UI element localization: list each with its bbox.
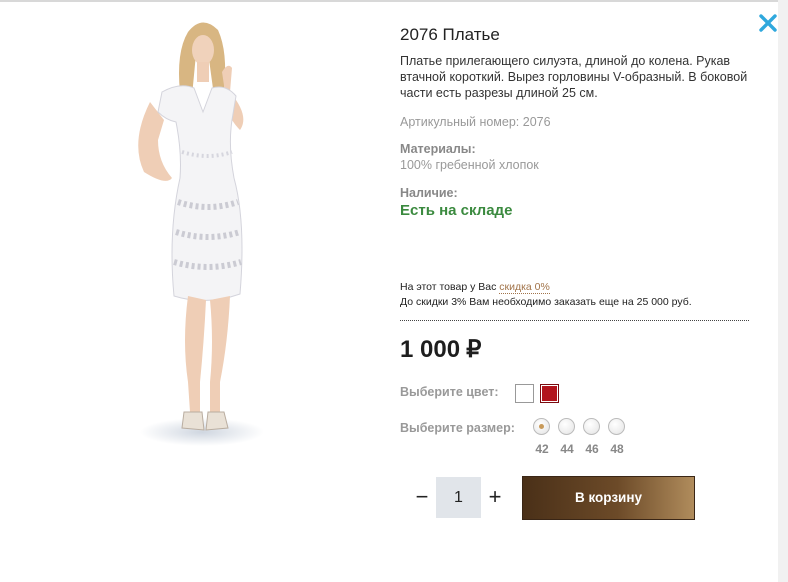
size-radio-42[interactable] (533, 418, 550, 435)
quantity-input[interactable] (436, 477, 481, 518)
quantity-increase-button[interactable]: + (484, 484, 506, 510)
availability-label: Наличие: (400, 186, 458, 200)
quantity-decrease-button[interactable]: − (411, 484, 433, 510)
color-label: Выберите цвет: (400, 385, 499, 399)
discount-link[interactable]: скидка 0% (499, 281, 550, 294)
price: 1 000 ₽ (400, 335, 481, 364)
size-radio-46[interactable] (583, 418, 600, 435)
ruble-sign: ₽ (466, 336, 482, 363)
dotted-divider (400, 320, 749, 321)
color-swatch-white[interactable] (515, 384, 534, 403)
color-swatch-red[interactable] (540, 384, 559, 403)
discount-info: На этот товар у Вас скидка 0% (400, 281, 550, 294)
product-title: 2076 Платье (400, 25, 500, 44)
materials-value: 100% гребенной хлопок (400, 158, 539, 172)
materials-label: Материалы: (400, 142, 476, 156)
price-amount: 1 000 (400, 336, 461, 363)
top-border (0, 0, 778, 2)
size-label: Выберите размер: (400, 421, 515, 435)
size-option-label: 48 (610, 442, 624, 456)
add-to-cart-button[interactable]: В корзину (522, 476, 695, 520)
size-option-label: 42 (535, 442, 549, 456)
size-option-label: 44 (560, 442, 574, 456)
sku-number: Артикульный номер: 2076 (400, 115, 551, 129)
availability-status: Есть на складе (400, 202, 513, 219)
discount-threshold: До скидки 3% Вам необходимо заказать еще… (400, 296, 692, 308)
size-option-label: 46 (585, 442, 599, 456)
scroll-edge (778, 0, 788, 582)
product-image (138, 22, 264, 446)
discount-prefix: На этот товар у Вас (400, 281, 500, 293)
close-icon[interactable] (757, 12, 779, 34)
product-description: Платье прилегающего силуэта, длиной до к… (400, 54, 748, 100)
size-radio-48[interactable] (608, 418, 625, 435)
size-radio-44[interactable] (558, 418, 575, 435)
